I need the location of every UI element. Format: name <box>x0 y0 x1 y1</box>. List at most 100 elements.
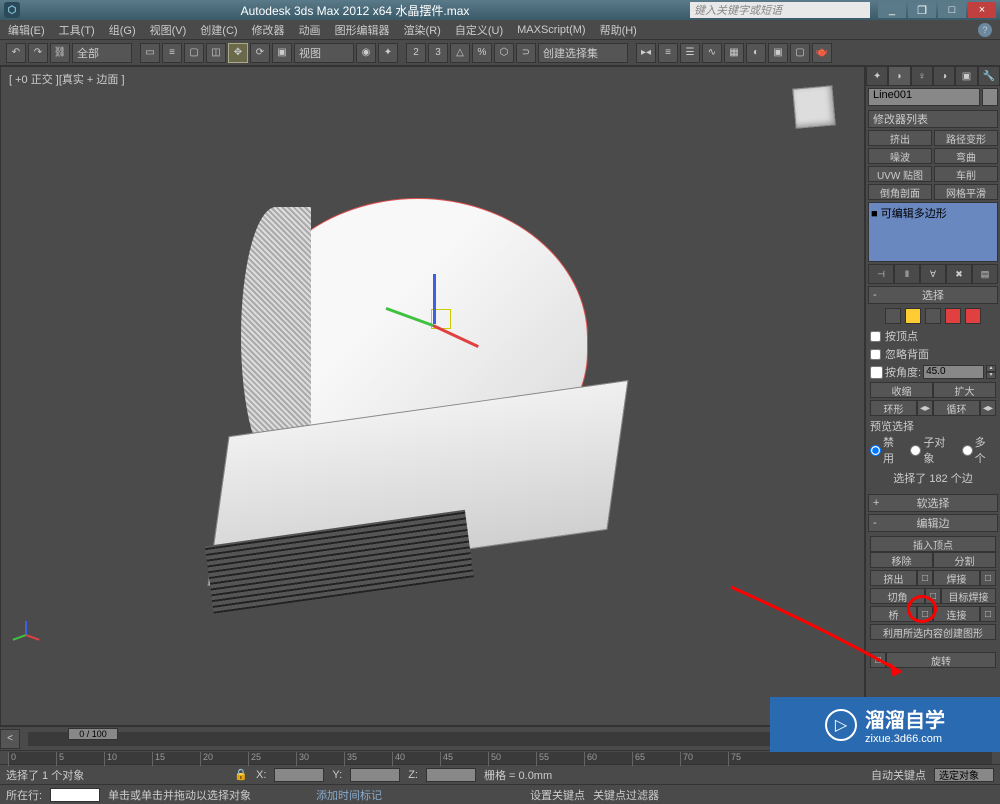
lock-icon[interactable]: 🔒 <box>234 768 248 781</box>
preview-multi-radio[interactable] <box>962 445 973 456</box>
menu-customize[interactable]: 自定义(U) <box>455 22 503 38</box>
preview-off-radio[interactable] <box>870 445 881 456</box>
view-cube[interactable] <box>784 87 844 147</box>
display-tab[interactable]: ▣ <box>955 66 977 86</box>
autokey-button[interactable]: 自动关键点 <box>871 767 926 783</box>
pivot-button[interactable]: ◉ <box>356 43 376 63</box>
help-icon[interactable]: ? <box>978 23 992 37</box>
rotate-button[interactable]: ⟳ <box>250 43 270 63</box>
extrude-settings-button[interactable]: □ <box>917 570 933 586</box>
menu-edit[interactable]: 编辑(E) <box>8 22 45 38</box>
motion-tab[interactable]: ◑ <box>933 66 955 86</box>
angle-snap-button[interactable]: △ <box>450 43 470 63</box>
maximize-button[interactable]: □ <box>938 2 966 18</box>
mod-uvwmap[interactable]: UVW 贴图 <box>868 166 932 182</box>
subobj-vertex-icon[interactable] <box>885 308 901 324</box>
weld-button[interactable]: 焊接 <box>933 570 980 586</box>
mod-meshsmooth[interactable]: 网格平滑 <box>934 184 998 200</box>
mirror-button[interactable]: ▸◂ <box>636 43 656 63</box>
add-time-tag[interactable]: 添加时间标记 <box>316 787 382 803</box>
utilities-tab[interactable]: 🔧 <box>978 66 1000 86</box>
subobj-element-icon[interactable] <box>965 308 981 324</box>
manip-button[interactable]: ✦ <box>378 43 398 63</box>
loop-button[interactable]: 循环 <box>933 400 980 416</box>
selection-filter[interactable]: 全部 <box>72 43 132 63</box>
subobj-polygon-icon[interactable] <box>945 308 961 324</box>
ring-spinner[interactable]: ◂▸ <box>917 400 933 416</box>
angle-up[interactable]: ▴ <box>986 365 996 372</box>
restore-button[interactable]: ❐ <box>908 2 936 18</box>
by-angle-checkbox[interactable] <box>870 366 883 379</box>
snap-2d-button[interactable]: 2 <box>406 43 426 63</box>
menu-maxscript[interactable]: MAXScript(M) <box>517 24 585 36</box>
menu-graph[interactable]: 图形编辑器 <box>335 22 390 38</box>
remove-mod-button[interactable]: ✖ <box>946 264 972 284</box>
object-color-swatch[interactable] <box>982 88 998 106</box>
window-crossing-button[interactable]: ◫ <box>206 43 226 63</box>
time-slider-handle[interactable]: 0 / 100 <box>68 728 118 740</box>
close-button[interactable]: × <box>968 2 996 18</box>
rollout-selection[interactable]: -选择 <box>868 286 998 304</box>
mod-pathdeform[interactable]: 路径变形 <box>934 130 998 146</box>
shrink-button[interactable]: 收缩 <box>870 382 933 398</box>
chamfer-settings-button[interactable]: □ <box>925 588 941 604</box>
viewport-label[interactable]: [ +0 正交 ][真实 + 边面 ] <box>9 71 125 87</box>
edit-tri-button[interactable]: □ <box>870 652 886 668</box>
preview-subobj-radio[interactable] <box>910 445 921 456</box>
key-target[interactable]: 选定对象 <box>934 768 994 782</box>
snap-3d-button[interactable]: 3 <box>428 43 448 63</box>
modify-tab[interactable]: ◗ <box>888 66 910 86</box>
modifier-stack[interactable]: ■ 可编辑多边形 <box>868 202 998 262</box>
connect-button[interactable]: 连接 <box>933 606 980 622</box>
goto-field[interactable] <box>50 788 100 802</box>
undo-button[interactable]: ↶ <box>6 43 26 63</box>
curve-editor-button[interactable]: ∿ <box>702 43 722 63</box>
bridge-button[interactable]: 桥 <box>870 606 917 622</box>
menu-render[interactable]: 渲染(R) <box>404 22 441 38</box>
loop-spinner[interactable]: ◂▸ <box>980 400 996 416</box>
menu-modifiers[interactable]: 修改器 <box>252 22 285 38</box>
timeline-left-button[interactable]: < <box>0 729 20 749</box>
menu-group[interactable]: 组(G) <box>109 22 136 38</box>
pin-stack-button[interactable]: ⊣ <box>868 264 894 284</box>
render-setup-button[interactable]: ▣ <box>768 43 788 63</box>
menu-tools[interactable]: 工具(T) <box>59 22 95 38</box>
mod-lathe[interactable]: 车削 <box>934 166 998 182</box>
link-button[interactable]: ⛓ <box>50 43 70 63</box>
render-button[interactable]: 🫖 <box>812 43 832 63</box>
remove-button[interactable]: 移除 <box>870 552 933 568</box>
weld-settings-button[interactable]: □ <box>980 570 996 586</box>
show-end-button[interactable]: Ⅱ <box>894 264 920 284</box>
mod-noise[interactable]: 噪波 <box>868 148 932 164</box>
set-key-button[interactable]: 设置关键点 <box>530 787 585 803</box>
rollout-soft-selection[interactable]: +软选择 <box>868 494 998 512</box>
redo-button[interactable]: ↷ <box>28 43 48 63</box>
z-field[interactable] <box>426 768 476 782</box>
grow-button[interactable]: 扩大 <box>933 382 996 398</box>
ignore-backfacing-checkbox[interactable] <box>870 349 881 360</box>
menu-help[interactable]: 帮助(H) <box>600 22 637 38</box>
by-vertex-checkbox[interactable] <box>870 331 881 342</box>
create-tab[interactable]: ✦ <box>866 66 888 86</box>
scene-object[interactable] <box>248 198 618 558</box>
bridge-settings-button[interactable]: □ <box>917 606 933 622</box>
insert-vertex-button[interactable]: 插入顶点 <box>870 536 996 552</box>
magnet-button[interactable]: ⊃ <box>516 43 536 63</box>
stack-item-editable-poly[interactable]: ■ 可编辑多边形 <box>871 205 995 221</box>
subobj-edge-icon[interactable] <box>905 308 921 324</box>
split-button[interactable]: 分割 <box>933 552 996 568</box>
x-field[interactable] <box>274 768 324 782</box>
material-button[interactable]: ◐ <box>746 43 766 63</box>
menu-views[interactable]: 视图(V) <box>150 22 187 38</box>
percent-snap-button[interactable]: % <box>472 43 492 63</box>
select-button[interactable]: ▭ <box>140 43 160 63</box>
help-search[interactable]: 键入关键字或短语 <box>690 2 870 18</box>
named-sel-set[interactable]: 创建选择集 <box>538 43 628 63</box>
align-button[interactable]: ≡ <box>658 43 678 63</box>
layers-button[interactable]: ☰ <box>680 43 700 63</box>
angle-down[interactable]: ▾ <box>986 372 996 379</box>
mod-bevelprofile[interactable]: 倒角剖面 <box>868 184 932 200</box>
rollout-edit-edges[interactable]: -编辑边 <box>868 514 998 532</box>
select-region-button[interactable]: ▢ <box>184 43 204 63</box>
rotate-button-2[interactable]: 旋转 <box>886 652 996 668</box>
